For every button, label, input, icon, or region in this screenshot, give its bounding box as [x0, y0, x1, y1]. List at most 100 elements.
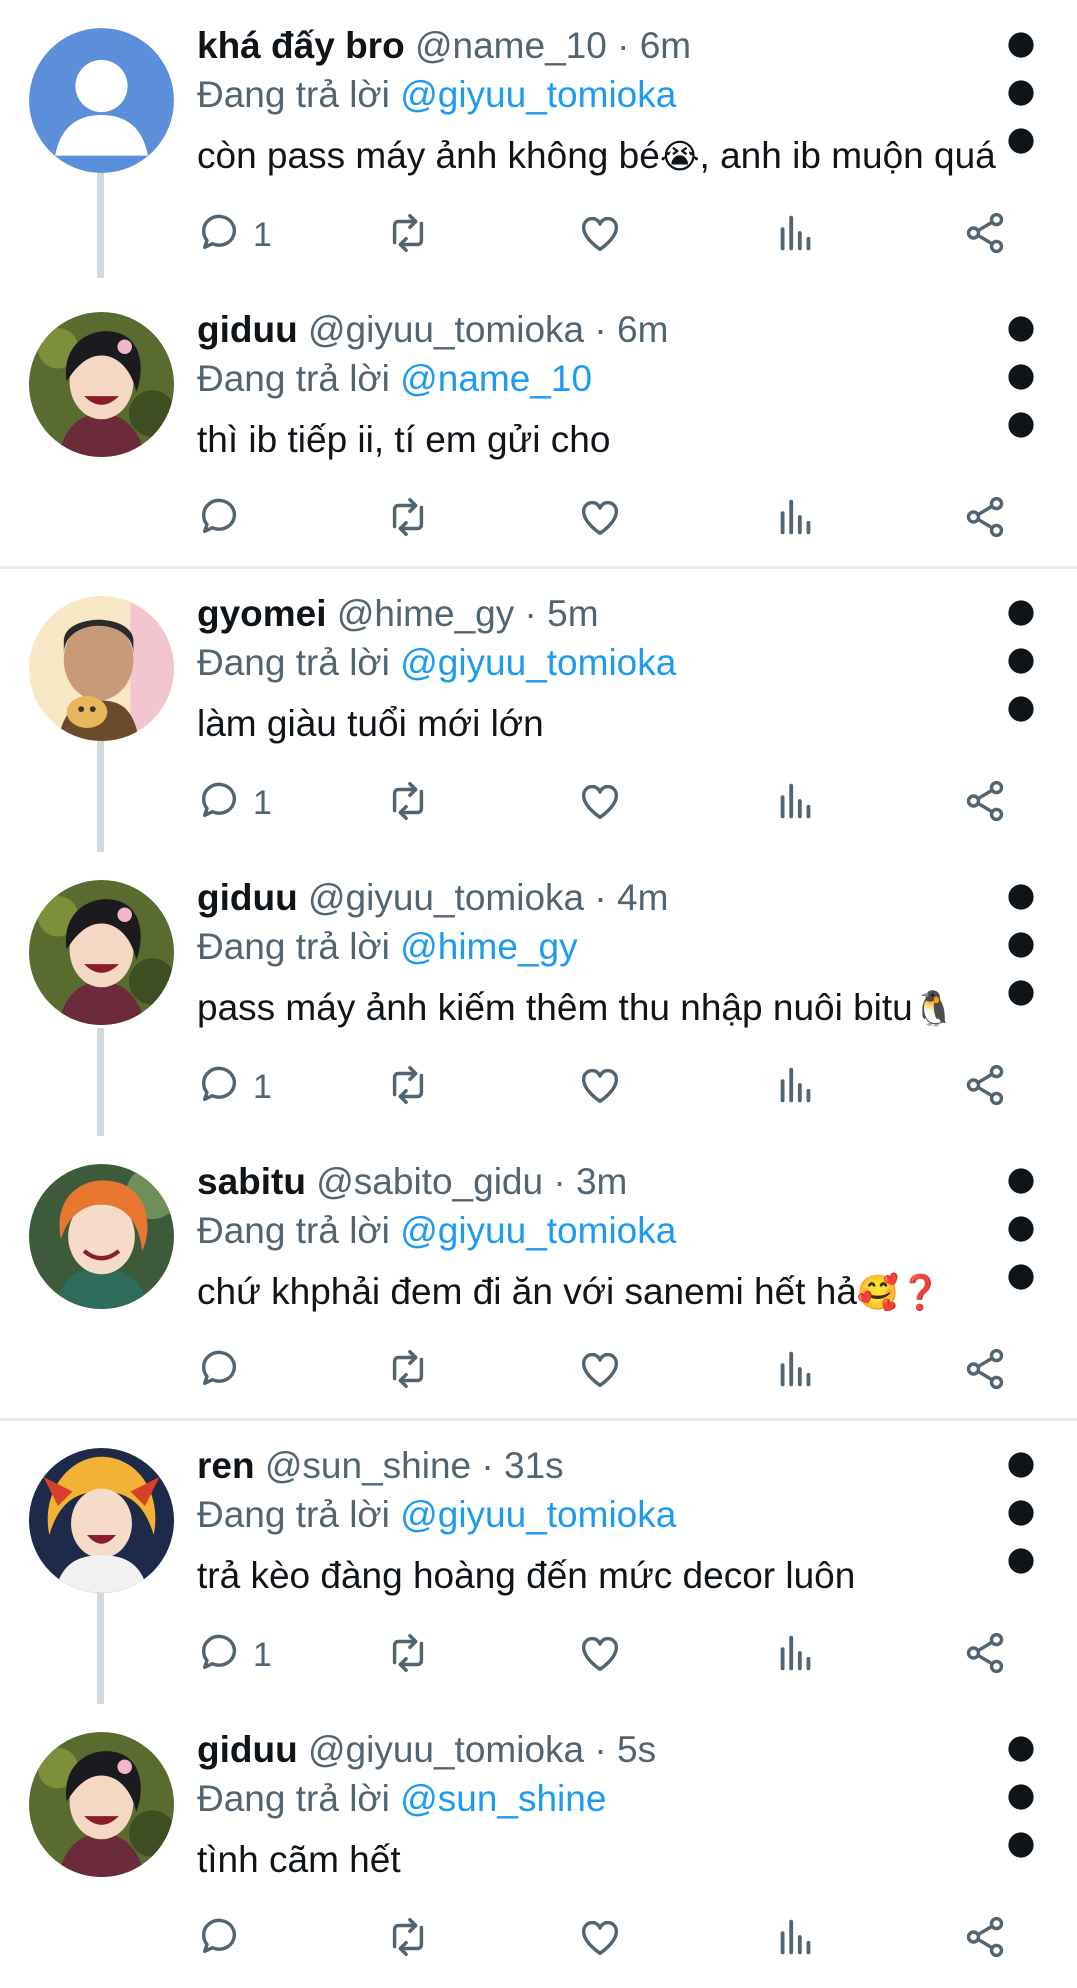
user-handle[interactable]: @sabito_gidu — [316, 1161, 543, 1202]
replying-to-mention[interactable]: @giyuu_tomioka — [400, 1210, 676, 1251]
replying-to-mention[interactable]: @sun_shine — [400, 1778, 606, 1819]
views-button[interactable] — [773, 205, 819, 265]
views-button[interactable] — [773, 1341, 819, 1401]
heart-icon — [577, 1346, 623, 1397]
replying-to-mention[interactable]: @giyuu_tomioka — [400, 642, 676, 683]
reply-tweet[interactable]: giduu @giyuu_tomioka · 4m Đang trả lời @… — [0, 852, 1077, 1136]
share-button[interactable] — [962, 1625, 1008, 1685]
share-button[interactable] — [962, 773, 1008, 833]
timestamp[interactable]: 31s — [504, 1445, 564, 1486]
more-vertical-icon[interactable] — [1003, 27, 1039, 154]
more-vertical-icon[interactable] — [1003, 1731, 1039, 1858]
share-button[interactable] — [962, 1909, 1008, 1969]
like-button[interactable] — [577, 1057, 623, 1117]
user-handle[interactable]: @sun_shine — [265, 1445, 471, 1486]
user-handle[interactable]: @giyuu_tomioka — [308, 309, 584, 350]
user-handle[interactable]: @hime_gy — [337, 593, 514, 634]
reply-button[interactable]: 1 — [197, 773, 272, 833]
heart-icon — [577, 1630, 623, 1681]
share-button[interactable] — [962, 489, 1008, 549]
timestamp[interactable]: 5s — [617, 1729, 656, 1770]
more-vertical-icon[interactable] — [1003, 311, 1039, 438]
display-name[interactable]: gyomei — [197, 593, 327, 634]
like-button[interactable] — [577, 1341, 623, 1401]
display-name[interactable]: sabitu — [197, 1161, 306, 1202]
views-button[interactable] — [773, 773, 819, 833]
share-button[interactable] — [962, 1341, 1008, 1401]
avatar[interactable] — [29, 1732, 174, 1877]
retweet-button[interactable] — [385, 773, 431, 833]
replying-to-mention[interactable]: @hime_gy — [400, 926, 577, 967]
like-button[interactable] — [577, 205, 623, 265]
replying-to-label: Đang trả lời — [197, 926, 390, 967]
timestamp[interactable]: 5m — [547, 593, 598, 634]
avatar[interactable] — [29, 880, 174, 1025]
like-button[interactable] — [577, 1909, 623, 1969]
retweet-icon — [385, 1346, 431, 1397]
heart-icon — [577, 210, 623, 261]
like-button[interactable] — [577, 1625, 623, 1685]
reply-tweet[interactable]: khá đấy bro @name_10 · 6m Đang trả lời @… — [0, 0, 1077, 284]
more-vertical-icon[interactable] — [1003, 1447, 1039, 1574]
retweet-button[interactable] — [385, 1909, 431, 1969]
avatar[interactable] — [29, 312, 174, 457]
reply-tweet[interactable]: giduu @giyuu_tomioka · 5s Đang trả lời @… — [0, 1704, 1077, 1988]
display-name[interactable]: giduu — [197, 1729, 298, 1770]
tweet-text: làm giàu tuổi mới lớn — [197, 699, 544, 750]
reply-icon — [197, 1630, 243, 1681]
reply-button[interactable]: 1 — [197, 1057, 272, 1117]
views-button[interactable] — [773, 1057, 819, 1117]
avatar[interactable] — [29, 596, 174, 741]
timestamp[interactable]: 3m — [576, 1161, 627, 1202]
reply-tweet[interactable]: ren @sun_shine · 31s Đang trả lời @giyuu… — [0, 1420, 1077, 1704]
reply-button[interactable] — [197, 1909, 253, 1969]
avatar[interactable] — [29, 1448, 174, 1593]
reply-icon — [197, 1062, 243, 1113]
more-vertical-icon[interactable] — [1003, 879, 1039, 1006]
tweet-text-after: , anh ib muộn quá — [699, 135, 996, 176]
user-handle[interactable]: @giyuu_tomioka — [308, 877, 584, 918]
like-button[interactable] — [577, 773, 623, 833]
replying-to-mention[interactable]: @name_10 — [400, 358, 592, 399]
timestamp[interactable]: 4m — [617, 877, 668, 918]
timestamp[interactable]: 6m — [617, 309, 668, 350]
replying-to-mention[interactable]: @giyuu_tomioka — [400, 1494, 676, 1535]
share-button[interactable] — [962, 205, 1008, 265]
retweet-button[interactable] — [385, 1057, 431, 1117]
user-handle[interactable]: @name_10 — [415, 25, 607, 66]
display-name[interactable]: giduu — [197, 877, 298, 918]
replying-to-mention[interactable]: @giyuu_tomioka — [400, 74, 676, 115]
share-button[interactable] — [962, 1057, 1008, 1117]
views-button[interactable] — [773, 489, 819, 549]
reply-tweet[interactable]: sabitu @sabito_gidu · 3m Đang trả lời @g… — [0, 1136, 1077, 1420]
reply-tweet[interactable]: giduu @giyuu_tomioka · 6m Đang trả lời @… — [0, 284, 1077, 568]
replying-to-label: Đang trả lời — [197, 358, 390, 399]
views-button[interactable] — [773, 1909, 819, 1969]
reply-button[interactable] — [197, 1341, 253, 1401]
reply-tweet[interactable]: gyomei @hime_gy · 5m Đang trả lời @giyuu… — [0, 568, 1077, 852]
retweet-button[interactable] — [385, 489, 431, 549]
retweet-button[interactable] — [385, 1341, 431, 1401]
user-handle[interactable]: @giyuu_tomioka — [308, 1729, 584, 1770]
share-icon — [962, 1914, 1008, 1965]
share-icon — [962, 494, 1008, 545]
reply-button[interactable]: 1 — [197, 205, 272, 265]
reply-button[interactable]: 1 — [197, 1625, 272, 1685]
tweet-text: thì ib tiếp ii, tí em gửi cho — [197, 415, 610, 466]
retweet-button[interactable] — [385, 1625, 431, 1685]
reply-icon — [197, 1346, 243, 1397]
views-button[interactable] — [773, 1625, 819, 1685]
avatar[interactable] — [29, 1164, 174, 1309]
display-name[interactable]: giduu — [197, 309, 298, 350]
like-button[interactable] — [577, 489, 623, 549]
display-name[interactable]: khá đấy bro — [197, 25, 405, 66]
timestamp[interactable]: 6m — [640, 25, 691, 66]
share-icon — [962, 1346, 1008, 1397]
more-vertical-icon[interactable] — [1003, 595, 1039, 722]
reply-button[interactable] — [197, 489, 253, 549]
retweet-button[interactable] — [385, 205, 431, 265]
display-name[interactable]: ren — [197, 1445, 255, 1486]
more-vertical-icon[interactable] — [1003, 1163, 1039, 1290]
separator-dot: · — [481, 1445, 494, 1486]
avatar[interactable] — [29, 28, 174, 173]
